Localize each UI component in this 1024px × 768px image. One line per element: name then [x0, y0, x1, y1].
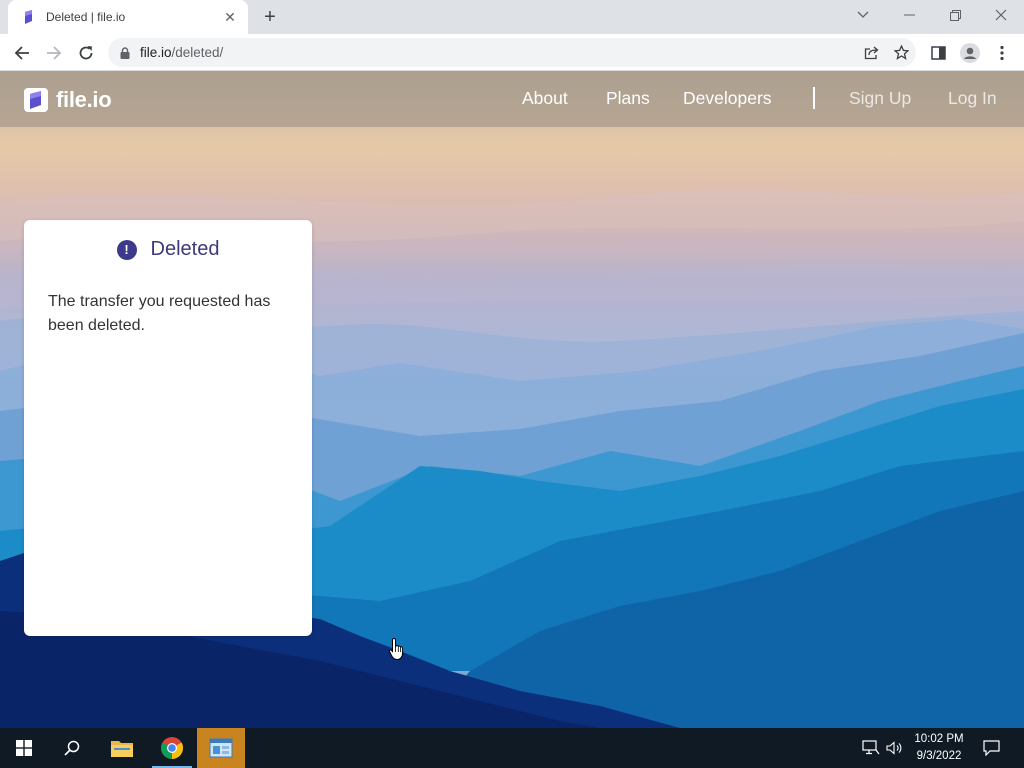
- lock-icon[interactable]: [120, 46, 130, 59]
- minimize-icon[interactable]: [886, 0, 932, 30]
- card-title: Deleted: [150, 238, 220, 260]
- notification-center-icon[interactable]: [978, 728, 1004, 768]
- start-windows-icon[interactable]: [0, 728, 48, 768]
- search-icon[interactable]: [48, 728, 96, 768]
- system-clock[interactable]: 10:02 PM 9/3/2022: [906, 731, 972, 765]
- nav-developers-link[interactable]: Developers: [683, 88, 772, 109]
- address-bar[interactable]: file.io/deleted/: [108, 38, 916, 67]
- card-header: ! Deleted: [24, 238, 312, 261]
- alert-icon: !: [116, 239, 137, 260]
- nav-sign-up-link[interactable]: Sign Up: [849, 88, 911, 109]
- nav-plans-link[interactable]: Plans: [606, 88, 650, 109]
- url-host: file.io: [140, 45, 172, 60]
- volume-icon[interactable]: [884, 728, 904, 768]
- windows-taskbar: 10:02 PM 9/3/2022: [0, 728, 1024, 768]
- bookmark-star-icon[interactable]: [886, 39, 916, 67]
- side-panel-icon[interactable]: [924, 39, 952, 67]
- browser-tab-title: Deleted | file.io: [46, 10, 126, 24]
- nav-divider: [813, 87, 815, 109]
- browser-toolbar: file.io/deleted/: [0, 34, 1024, 71]
- url-path: /deleted/: [171, 45, 224, 60]
- page-viewport: file.io About Plans Developers Sign Up L…: [0, 71, 1024, 728]
- logo-text: file.io: [56, 87, 112, 112]
- fileio-logo[interactable]: file.io: [24, 87, 112, 113]
- restore-icon[interactable]: [932, 0, 978, 30]
- url-text: file.io/deleted/: [140, 45, 856, 60]
- nav-about-link[interactable]: About: [522, 88, 568, 109]
- reload-icon[interactable]: [72, 39, 100, 67]
- file-explorer-icon[interactable]: [98, 728, 146, 768]
- nav-log-in-link[interactable]: Log In: [948, 88, 997, 109]
- chrome-taskbar-icon[interactable]: [148, 728, 196, 768]
- browser-menu-icon[interactable]: [988, 39, 1016, 67]
- window-close-icon[interactable]: [978, 0, 1024, 30]
- deleted-message-card: ! Deleted The transfer you requested has…: [24, 220, 312, 636]
- fileio-favicon-icon: [25, 10, 32, 24]
- clock-date: 9/3/2022: [916, 750, 962, 762]
- tab-search-icon[interactable]: [840, 0, 886, 30]
- fileio-logo-icon: [24, 88, 48, 112]
- tab-close-icon[interactable]: ✕: [222, 9, 238, 26]
- network-icon[interactable]: [860, 728, 882, 768]
- share-icon[interactable]: [856, 39, 886, 67]
- new-tab-button[interactable]: +: [258, 5, 282, 29]
- browser-tabstrip: Deleted | file.io ✕ +: [0, 0, 1024, 34]
- site-header: file.io About Plans Developers Sign Up L…: [0, 71, 1024, 127]
- hand-cursor-icon: [388, 637, 404, 661]
- back-arrow-icon[interactable]: [8, 39, 36, 67]
- browser-tab-active[interactable]: Deleted | file.io ✕: [8, 0, 248, 34]
- forward-arrow-icon[interactable]: [40, 39, 68, 67]
- control-panel-taskbar-icon[interactable]: [197, 728, 245, 768]
- profile-avatar-icon[interactable]: [956, 39, 984, 67]
- clock-time: 10:02 PM: [914, 733, 964, 745]
- card-message: The transfer you requested has been dele…: [48, 293, 271, 334]
